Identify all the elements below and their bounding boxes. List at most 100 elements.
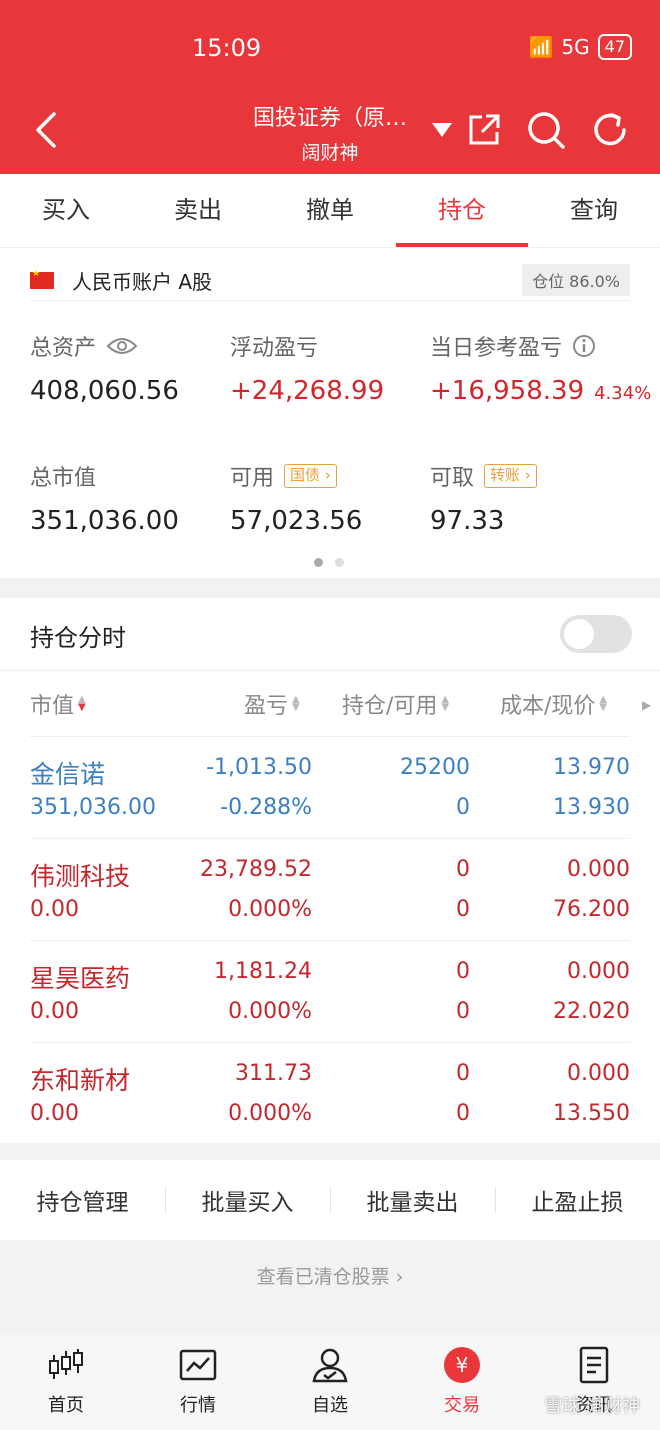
stock-name: 伟测科技 [30,862,131,891]
stock-name: 金信诺 [30,760,106,789]
tabbar-home[interactable]: 首页 [0,1335,132,1430]
tab-holdings[interactable]: 持仓 [396,174,528,247]
search-icon[interactable] [526,110,566,150]
holding-management-button[interactable]: 持仓管理 [0,1183,165,1217]
eye-icon[interactable] [106,336,138,356]
tabbar-trade[interactable]: ¥ 交易 [396,1335,528,1430]
tabbar-watchlist[interactable]: 自选 [264,1335,396,1430]
page-dot [314,558,323,567]
metric-floating-pl: 浮动盈亏 +24,268.99 [230,330,384,406]
refresh-icon[interactable] [590,110,630,150]
broker-name: 国投证券（原… [252,106,407,131]
svg-text:¥: ¥ [456,1353,469,1377]
view-cleared-stocks-link[interactable]: 查看已清仓股票 › [0,1262,660,1289]
wifi-icon: 📶 [528,35,554,59]
treasury-bond-tag[interactable]: 国债 › [284,464,337,488]
user-check-icon [312,1348,348,1383]
china-flag-icon [30,269,54,289]
table-row[interactable]: 伟测科技 0.00 23,789.52 0.000% 0 0 0.000 76.… [30,839,630,941]
daily-pl-percent: 4.34% [594,383,652,404]
stock-available: 0 [456,897,470,922]
stock-market-value: 0.00 [30,1101,79,1126]
tabbar-label: 自选 [312,1395,348,1416]
stock-pl-percent: -0.288% [220,795,312,820]
sort-icon: ▲ ▼ [292,694,300,713]
holding-actions: 持仓管理 批量买入 批量卖出 止盈止损 [0,1160,660,1240]
share-icon[interactable] [466,112,502,148]
stock-name: 东和新材 [30,1066,131,1095]
dropdown-triangle-icon[interactable] [430,120,454,140]
stock-available: 0 [456,795,470,820]
account-summary: 人民币账户 A股 仓位 86.0% 总资产 408,060.56 浮动盈亏 +2… [0,248,660,578]
table-row[interactable]: 星昊医药 0.00 1,181.24 0.000% 0 0 0.000 22.0… [30,941,630,1043]
document-icon [579,1346,609,1384]
stock-market-value: 0.00 [30,897,79,922]
metric-market-value: 总市值 351,036.00 [30,460,179,536]
tab-buy[interactable]: 买入 [0,174,132,247]
broker-title[interactable]: 国投证券（原… 阔财神 [230,100,430,165]
metric-daily-pl: 当日参考盈亏 +16,958.39 4.34% [430,330,651,406]
info-icon[interactable] [572,334,596,358]
metric-available: 可用 国债 › 57,023.56 [230,460,362,536]
trade-tabs: 买入 卖出 撤单 持仓 查询 [0,174,660,248]
stock-pl-percent: 0.000% [228,897,312,922]
metric-total-assets: 总资产 408,060.56 [30,330,179,406]
network-label: 5G [561,35,590,59]
chevron-right-icon: › [395,1266,404,1288]
stock-cost: 0.000 [567,1061,630,1086]
stock-market-value: 0.00 [30,999,79,1024]
stock-price: 76.200 [553,897,630,922]
tab-cancel[interactable]: 撤单 [264,174,396,247]
toggle-knob [564,619,594,649]
column-position[interactable]: 持仓/可用 ▲ ▼ [342,688,449,720]
tab-query[interactable]: 查询 [528,174,660,247]
floating-pl-value: +24,268.99 [230,376,385,406]
stock-price: 13.930 [553,795,630,820]
stock-pl-percent: 0.000% [228,999,312,1024]
column-cost-price[interactable]: 成本/现价 ▲ ▼ [500,688,607,720]
stock-cost: 13.970 [553,755,630,780]
tabbar-label: 交易 [444,1395,480,1416]
page-dot [335,558,344,567]
stock-pl: 1,181.24 [214,959,312,984]
table-row[interactable]: 金信诺 351,036.00 -1,013.50 -0.288% 25200 0… [30,737,630,839]
table-row[interactable]: 东和新材 0.00 311.73 0.000% 0 0 0.000 13.550 [30,1043,630,1145]
market-value-label: 总市值 [30,466,97,491]
column-market-value[interactable]: 市值 ▲ ▼ [30,688,86,720]
stock-market-value: 351,036.00 [30,795,156,820]
back-icon[interactable] [30,110,66,150]
stock-available: 0 [456,999,470,1024]
stock-position: 25200 [400,755,470,780]
account-label: 人民币账户 A股 [72,269,213,294]
stock-pl: 311.73 [235,1061,312,1086]
tabbar-label: 首页 [48,1395,84,1416]
transfer-tag[interactable]: 转账 › [484,464,537,488]
available-value: 57,023.56 [230,506,363,536]
batch-buy-button[interactable]: 批量买入 [165,1183,330,1217]
column-pl[interactable]: 盈亏 ▲ ▼ [244,688,300,720]
withdrawable-label: 可取 [430,466,475,491]
status-icons: 📶 5G 47 [528,34,632,60]
page-indicator [314,558,344,567]
account-nickname: 阔财神 [301,142,359,164]
chart-icon [179,1349,217,1381]
batch-sell-button[interactable]: 批量卖出 [330,1183,495,1217]
sort-icon: ▲ ▼ [599,694,608,713]
metric-withdrawable: 可取 转账 › 97.33 [430,460,537,536]
account-row: 人民币账户 A股 仓位 86.0% [30,260,630,300]
take-profit-stop-loss-button[interactable]: 止盈止损 [495,1183,660,1217]
daily-pl-label: 当日参考盈亏 [430,336,563,361]
total-assets-label: 总资产 [30,336,97,361]
tab-sell[interactable]: 卖出 [132,174,264,247]
tabbar-market[interactable]: 行情 [132,1335,264,1430]
withdrawable-value: 97.33 [430,506,505,536]
watermark: 雪球 阔财神 [544,1396,640,1417]
holdings-column-headers: 市值 ▲ ▼ 盈亏 ▲ ▼ 持仓/可用 ▲ ▼ 成本/现价 ▲ ▼ ▶ [0,682,660,726]
sort-icon: ▲ ▼ [78,694,86,713]
scroll-right-icon[interactable]: ▶ [642,698,651,712]
available-label: 可用 [230,466,275,491]
stock-name: 星昊医药 [30,964,131,993]
stock-position: 0 [456,959,470,984]
stock-pl: 23,789.52 [200,857,312,882]
intraday-toggle[interactable] [560,615,632,653]
